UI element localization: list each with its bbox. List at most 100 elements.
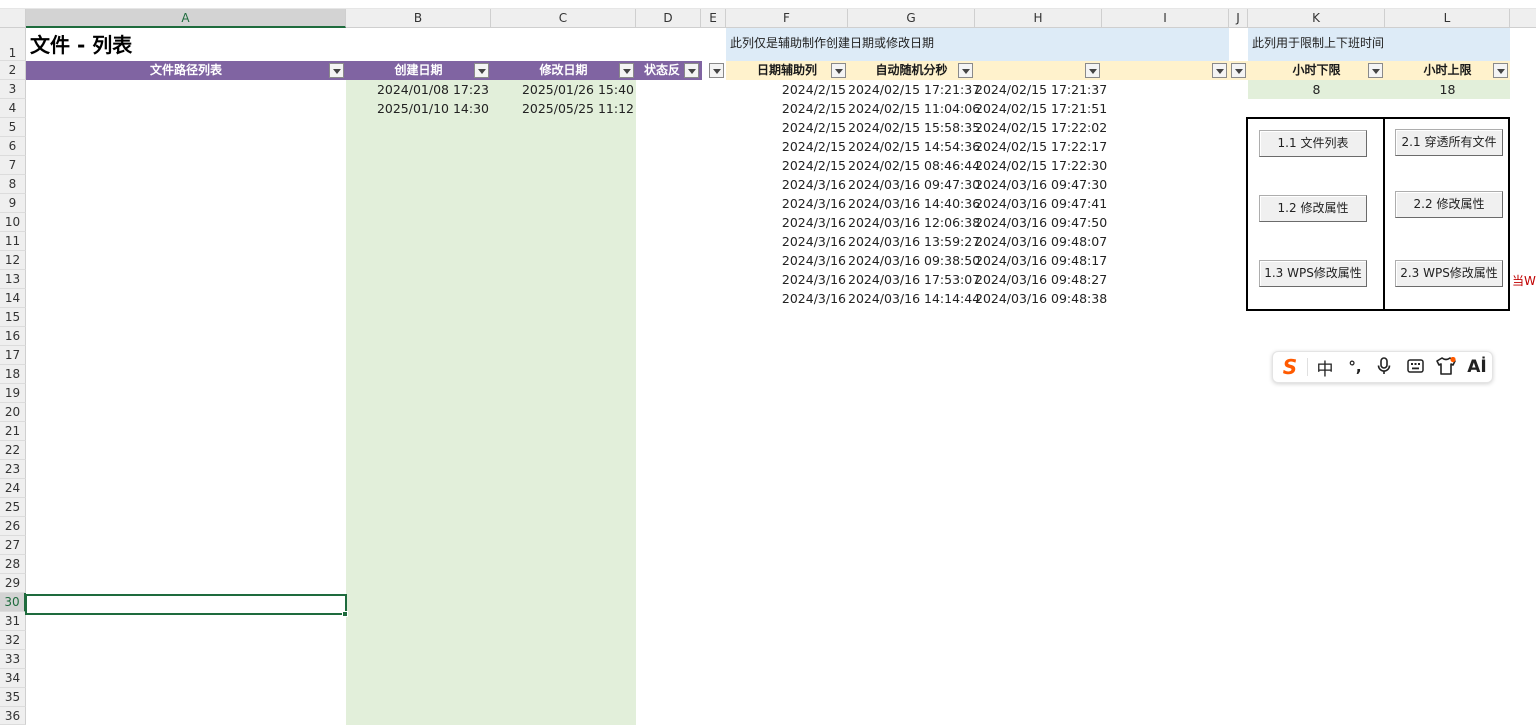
helper-cell-g[interactable]: 2024/03/16 09:47:30 <box>848 175 980 194</box>
column-header-j[interactable]: J <box>1229 9 1248 28</box>
fill-handle[interactable] <box>342 611 348 617</box>
cell-k3-hour-min[interactable]: 8 <box>1248 80 1385 99</box>
column-header-g[interactable]: G <box>848 9 975 28</box>
cell-c3[interactable]: 2025/01/26 15:40 <box>491 80 634 99</box>
helper-cell-g[interactable]: 2024/02/15 11:04:06 <box>848 99 980 118</box>
row-header[interactable]: 3 <box>0 80 26 99</box>
helper-cell-g[interactable]: 2024/03/16 14:14:44 <box>848 289 980 308</box>
row-header[interactable]: 22 <box>0 441 26 460</box>
ime-punctuation-toggle[interactable]: °, <box>1342 358 1368 376</box>
cell-b4[interactable]: 2025/01/10 14:30 <box>346 99 489 118</box>
filter-dropdown-b[interactable] <box>474 63 489 78</box>
helper-cell-f[interactable]: 2024/2/15 <box>726 137 846 156</box>
column-header-f[interactable]: F <box>726 9 848 28</box>
sogou-logo-icon[interactable]: S <box>1273 355 1307 379</box>
helper-cell-g[interactable]: 2024/02/15 14:54:36 <box>848 137 980 156</box>
row-header[interactable]: 19 <box>0 384 26 403</box>
helper-cell-g[interactable]: 2024/02/15 15:58:35 <box>848 118 980 137</box>
row-header[interactable]: 8 <box>0 175 26 194</box>
helper-cell-g[interactable]: 2024/03/16 09:38:50 <box>848 251 980 270</box>
helper-cell-h[interactable]: 2024/03/16 09:48:17 <box>975 251 1107 270</box>
row-header[interactable]: 26 <box>0 517 26 536</box>
helper-cell-h[interactable]: 2024/02/15 17:21:37 <box>975 80 1107 99</box>
filter-dropdown-h[interactable] <box>1085 63 1100 78</box>
filter-dropdown-i[interactable] <box>1212 63 1227 78</box>
row-header[interactable]: 32 <box>0 631 26 650</box>
cell-c4[interactable]: 2025/05/25 11:12 <box>491 99 634 118</box>
row-header[interactable]: 35 <box>0 688 26 707</box>
helper-cell-h[interactable]: 2024/02/15 17:21:51 <box>975 99 1107 118</box>
helper-cell-f[interactable]: 2024/2/15 <box>726 99 846 118</box>
row-header[interactable]: 21 <box>0 422 26 441</box>
selected-cell-a30[interactable] <box>25 594 347 615</box>
filter-dropdown-l[interactable] <box>1493 63 1508 78</box>
column-header-b[interactable]: B <box>346 9 491 28</box>
helper-cell-h[interactable]: 2024/03/16 09:48:27 <box>975 270 1107 289</box>
helper-cell-g[interactable]: 2024/02/15 08:46:44 <box>848 156 980 175</box>
wps-modify-attributes-2-button[interactable]: 2.3 WPS修改属性 <box>1395 260 1503 287</box>
cell-b3[interactable]: 2024/01/08 17:23 <box>346 80 489 99</box>
filter-dropdown-g[interactable] <box>958 63 973 78</box>
row-header[interactable]: 31 <box>0 612 26 631</box>
helper-cell-f[interactable]: 2024/3/16 <box>726 251 846 270</box>
column-header-m[interactable] <box>1510 9 1536 28</box>
row-header[interactable]: 36 <box>0 707 26 725</box>
column-header-i[interactable]: I <box>1102 9 1229 28</box>
helper-cell-f[interactable]: 2024/3/16 <box>726 289 846 308</box>
helper-cell-f[interactable]: 2024/2/15 <box>726 118 846 137</box>
helper-cell-f[interactable]: 2024/3/16 <box>726 175 846 194</box>
filter-dropdown-j[interactable] <box>1231 63 1246 78</box>
filter-dropdown-k[interactable] <box>1368 63 1383 78</box>
filter-dropdown-c[interactable] <box>619 63 634 78</box>
row-header[interactable]: 7 <box>0 156 26 175</box>
helper-cell-f[interactable]: 2024/2/15 <box>726 80 846 99</box>
helper-cell-g[interactable]: 2024/02/15 17:21:37 <box>848 80 980 99</box>
row-header[interactable]: 17 <box>0 346 26 365</box>
file-list-button[interactable]: 1.1 文件列表 <box>1259 130 1367 157</box>
row-header[interactable]: 33 <box>0 650 26 669</box>
row-header[interactable]: 18 <box>0 365 26 384</box>
filter-dropdown-e[interactable] <box>709 63 724 78</box>
helper-cell-f[interactable]: 2024/3/16 <box>726 194 846 213</box>
row-header[interactable]: 34 <box>0 669 26 688</box>
cell-l3-hour-max[interactable]: 18 <box>1385 80 1510 99</box>
helper-cell-h[interactable]: 2024/03/16 09:47:50 <box>975 213 1107 232</box>
skin-shirt-icon[interactable] <box>1430 356 1462 378</box>
filter-dropdown-a[interactable] <box>329 63 344 78</box>
row-header[interactable]: 23 <box>0 460 26 479</box>
row-header[interactable]: 16 <box>0 327 26 346</box>
helper-cell-g[interactable]: 2024/03/16 12:06:38 <box>848 213 980 232</box>
helper-cell-g[interactable]: 2024/03/16 17:53:07 <box>848 270 980 289</box>
row-header[interactable]: 11 <box>0 232 26 251</box>
row-header[interactable]: 28 <box>0 555 26 574</box>
helper-cell-h[interactable]: 2024/03/16 09:47:41 <box>975 194 1107 213</box>
row-header[interactable]: 12 <box>0 251 26 270</box>
column-header-k[interactable]: K <box>1248 9 1385 28</box>
row-header[interactable]: 30 <box>0 593 26 612</box>
helper-cell-g[interactable]: 2024/03/16 14:40:36 <box>848 194 980 213</box>
column-header-l[interactable]: L <box>1385 9 1510 28</box>
ai-text-icon[interactable]: Aİ <box>1462 357 1492 377</box>
wps-modify-attributes-button[interactable]: 1.3 WPS修改属性 <box>1259 260 1367 287</box>
column-header-e[interactable]: E <box>701 9 726 28</box>
row-header[interactable]: 27 <box>0 536 26 555</box>
helper-cell-f[interactable]: 2024/3/16 <box>726 270 846 289</box>
row-header[interactable]: 4 <box>0 99 26 118</box>
row-header[interactable]: 5 <box>0 118 26 137</box>
helper-cell-f[interactable]: 2024/3/16 <box>726 213 846 232</box>
row-header[interactable]: 10 <box>0 213 26 232</box>
keyboard-icon[interactable] <box>1400 358 1430 376</box>
row-header[interactable]: 9 <box>0 194 26 213</box>
helper-cell-h[interactable]: 2024/02/15 17:22:17 <box>975 137 1107 156</box>
voice-mic-icon[interactable] <box>1368 356 1400 378</box>
traverse-all-files-button[interactable]: 2.1 穿透所有文件 <box>1395 129 1503 156</box>
column-header-a[interactable]: A <box>26 9 346 28</box>
modify-attributes-button[interactable]: 1.2 修改属性 <box>1259 195 1367 222</box>
column-header-c[interactable]: C <box>491 9 636 28</box>
filter-dropdown-d[interactable] <box>684 63 699 78</box>
helper-cell-f[interactable]: 2024/2/15 <box>726 156 846 175</box>
row-header[interactable]: 29 <box>0 574 26 593</box>
helper-cell-g[interactable]: 2024/03/16 13:59:27 <box>848 232 980 251</box>
helper-cell-h[interactable]: 2024/03/16 09:48:38 <box>975 289 1107 308</box>
helper-cell-h[interactable]: 2024/02/15 17:22:02 <box>975 118 1107 137</box>
